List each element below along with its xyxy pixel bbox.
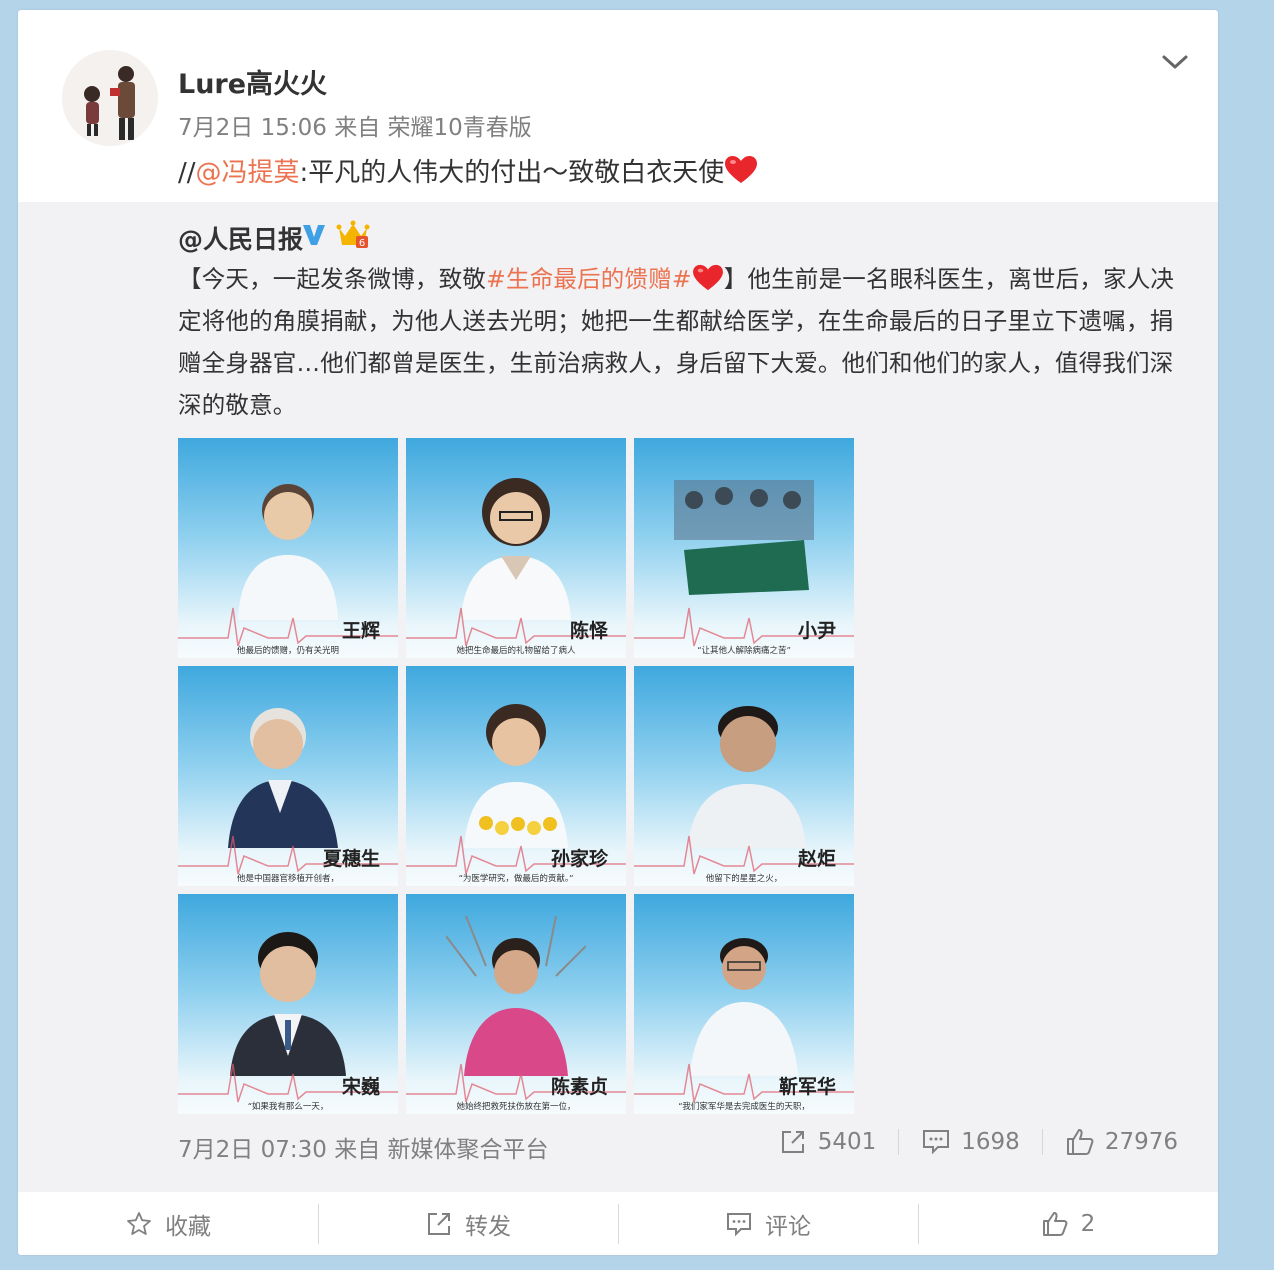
image-tile[interactable]: 夏穗生 他是中国器官移植开创者， <box>178 666 398 886</box>
portrait-figure <box>461 478 571 620</box>
portrait-figure <box>446 916 586 1076</box>
image-caption: 她始终把救死扶伤放在第一位， <box>456 1102 576 1112</box>
portrait-figure <box>238 484 338 620</box>
divider <box>898 1129 900 1155</box>
image-tile[interactable]: 宋巍 “如果我有那么一天， <box>178 894 398 1114</box>
comment-label: 评论 <box>765 1213 811 1240</box>
image-caption: “我们家军华是去完成医生的天职， <box>678 1102 810 1112</box>
heart-emoji-icon <box>724 155 758 185</box>
image-caption: “如果我有那么一天， <box>247 1102 329 1112</box>
comment-icon <box>923 1130 950 1155</box>
image-name: 王辉 <box>341 620 380 642</box>
image-tile[interactable]: 赵炬 他留下的星星之火， <box>634 666 854 886</box>
thumbs-up-icon <box>1042 1211 1068 1236</box>
image-name: 靳军华 <box>778 1076 836 1098</box>
quoted-repost-button[interactable]: 5401 <box>778 1127 877 1157</box>
image-name: 夏穗生 <box>322 848 380 870</box>
username[interactable]: Lure高火火 <box>178 62 327 101</box>
image-name: 陈怿 <box>569 620 608 642</box>
weibo-post-card: Lure高火火 7月2日 15:06 来自 荣耀10青春版 //@冯提莫:平凡的… <box>18 10 1218 1255</box>
quoted-from-label: 来自 <box>334 1137 381 1163</box>
portrait-figure <box>230 932 346 1076</box>
repost-text: //@冯提莫:平凡的人伟大的付出～致敬白衣天使 <box>178 152 758 189</box>
divider <box>1041 1129 1043 1155</box>
chevron-down-icon[interactable] <box>1160 50 1190 74</box>
portrait-figure <box>228 708 338 848</box>
portrait-figure <box>690 938 798 1076</box>
image-name: 陈素贞 <box>550 1076 608 1098</box>
image-caption: 她把生命最后的礼物留给了病人 <box>456 646 576 656</box>
post-timestamp[interactable]: 7月2日 15:06 <box>178 115 327 141</box>
portrait-figure <box>464 704 568 848</box>
comment-icon <box>727 1212 751 1236</box>
quoted-author[interactable]: @人民日报 <box>178 220 303 256</box>
repost-body: :平凡的人伟大的付出～致敬白衣天使 <box>299 158 725 188</box>
quoted-source[interactable]: 新媒体聚合平台 <box>388 1137 549 1163</box>
quoted-repost-count: 5401 <box>817 1129 877 1155</box>
image-caption: 他是中国器官移植开创者， <box>236 874 339 884</box>
surgery-scene <box>674 480 814 595</box>
image-tile[interactable]: 小尹 “让其他人解除病痛之苦” <box>634 438 854 658</box>
quoted-post: @人民日报 6 【今天，一起发条微博，致敬#生命最后的馈赠# 】他生前是一名眼科医… <box>18 202 1218 1192</box>
image-tile[interactable]: 王辉 他最后的馈赠，仍有关光明 <box>178 438 398 658</box>
quoted-comment-count: 1698 <box>961 1129 1020 1155</box>
image-tile[interactable]: 陈素贞 她始终把救死扶伤放在第一位， <box>406 894 626 1114</box>
quoted-actions: 5401 1698 27976 <box>778 1120 1178 1164</box>
share-icon <box>428 1212 450 1235</box>
crown-badge-icon: 6 <box>336 218 370 250</box>
quoted-text-part1: 【今天，一起发条微博，致敬 <box>178 265 487 293</box>
mention-link[interactable]: @冯提莫 <box>196 158 300 188</box>
hashtag-link[interactable]: #生命最后的馈赠# <box>486 265 692 293</box>
post-meta: 7月2日 15:06 来自 荣耀10青春版 <box>178 108 532 142</box>
star-icon <box>127 1211 151 1235</box>
post-source[interactable]: 荣耀10青春版 <box>388 115 532 141</box>
repost-label: 转发 <box>465 1213 511 1240</box>
heart-emoji-icon <box>692 263 724 291</box>
comment-button[interactable]: 评论 <box>618 1192 918 1255</box>
avatar[interactable] <box>62 50 158 146</box>
svg-text:6: 6 <box>359 238 365 249</box>
quoted-comment-button[interactable]: 1698 <box>921 1127 1020 1157</box>
like-count: 2 <box>1080 1210 1096 1237</box>
quoted-text: 【今天，一起发条微博，致敬#生命最后的馈赠# 】他生前是一名眼科医生，离世后，家人… <box>178 258 1188 426</box>
from-label: 来自 <box>334 115 381 141</box>
repost-prefix: // <box>178 158 196 188</box>
verified-badge-icon <box>300 220 328 248</box>
image-caption: 他最后的馈赠，仍有关光明 <box>236 646 339 656</box>
image-tile[interactable]: 孙家珍 “为医学研究，做最后的贡献。” <box>406 666 626 886</box>
favorite-label: 收藏 <box>165 1213 211 1240</box>
image-caption: “为医学研究，做最后的贡献。” <box>458 874 574 884</box>
image-tile[interactable]: 陈怿 她把生命最后的礼物留给了病人 <box>406 438 626 658</box>
image-caption: 他留下的星星之火， <box>705 874 783 884</box>
quoted-meta: 7月2日 07:30 来自 新媒体聚合平台 <box>178 1130 549 1164</box>
repost-button[interactable]: 转发 <box>318 1192 618 1255</box>
image-name: 宋巍 <box>341 1076 380 1098</box>
quoted-timestamp[interactable]: 7月2日 07:30 <box>178 1137 327 1163</box>
quoted-like-button[interactable]: 27976 <box>1065 1127 1178 1157</box>
portrait-figure <box>688 706 806 848</box>
image-name: 小尹 <box>797 620 836 642</box>
image-caption: “让其他人解除病痛之苦” <box>697 646 791 656</box>
quoted-like-count: 27976 <box>1104 1129 1178 1155</box>
action-bar: 收藏 转发 评论 2 <box>18 1192 1218 1255</box>
like-button[interactable]: 2 <box>918 1192 1218 1255</box>
share-icon <box>781 1131 804 1153</box>
thumbs-up-icon <box>1066 1129 1094 1155</box>
image-tile[interactable]: 靳军华 “我们家军华是去完成医生的天职， <box>634 894 854 1114</box>
image-name: 孙家珍 <box>550 848 608 870</box>
image-name: 赵炬 <box>797 848 836 870</box>
favorite-button[interactable]: 收藏 <box>18 1192 318 1255</box>
